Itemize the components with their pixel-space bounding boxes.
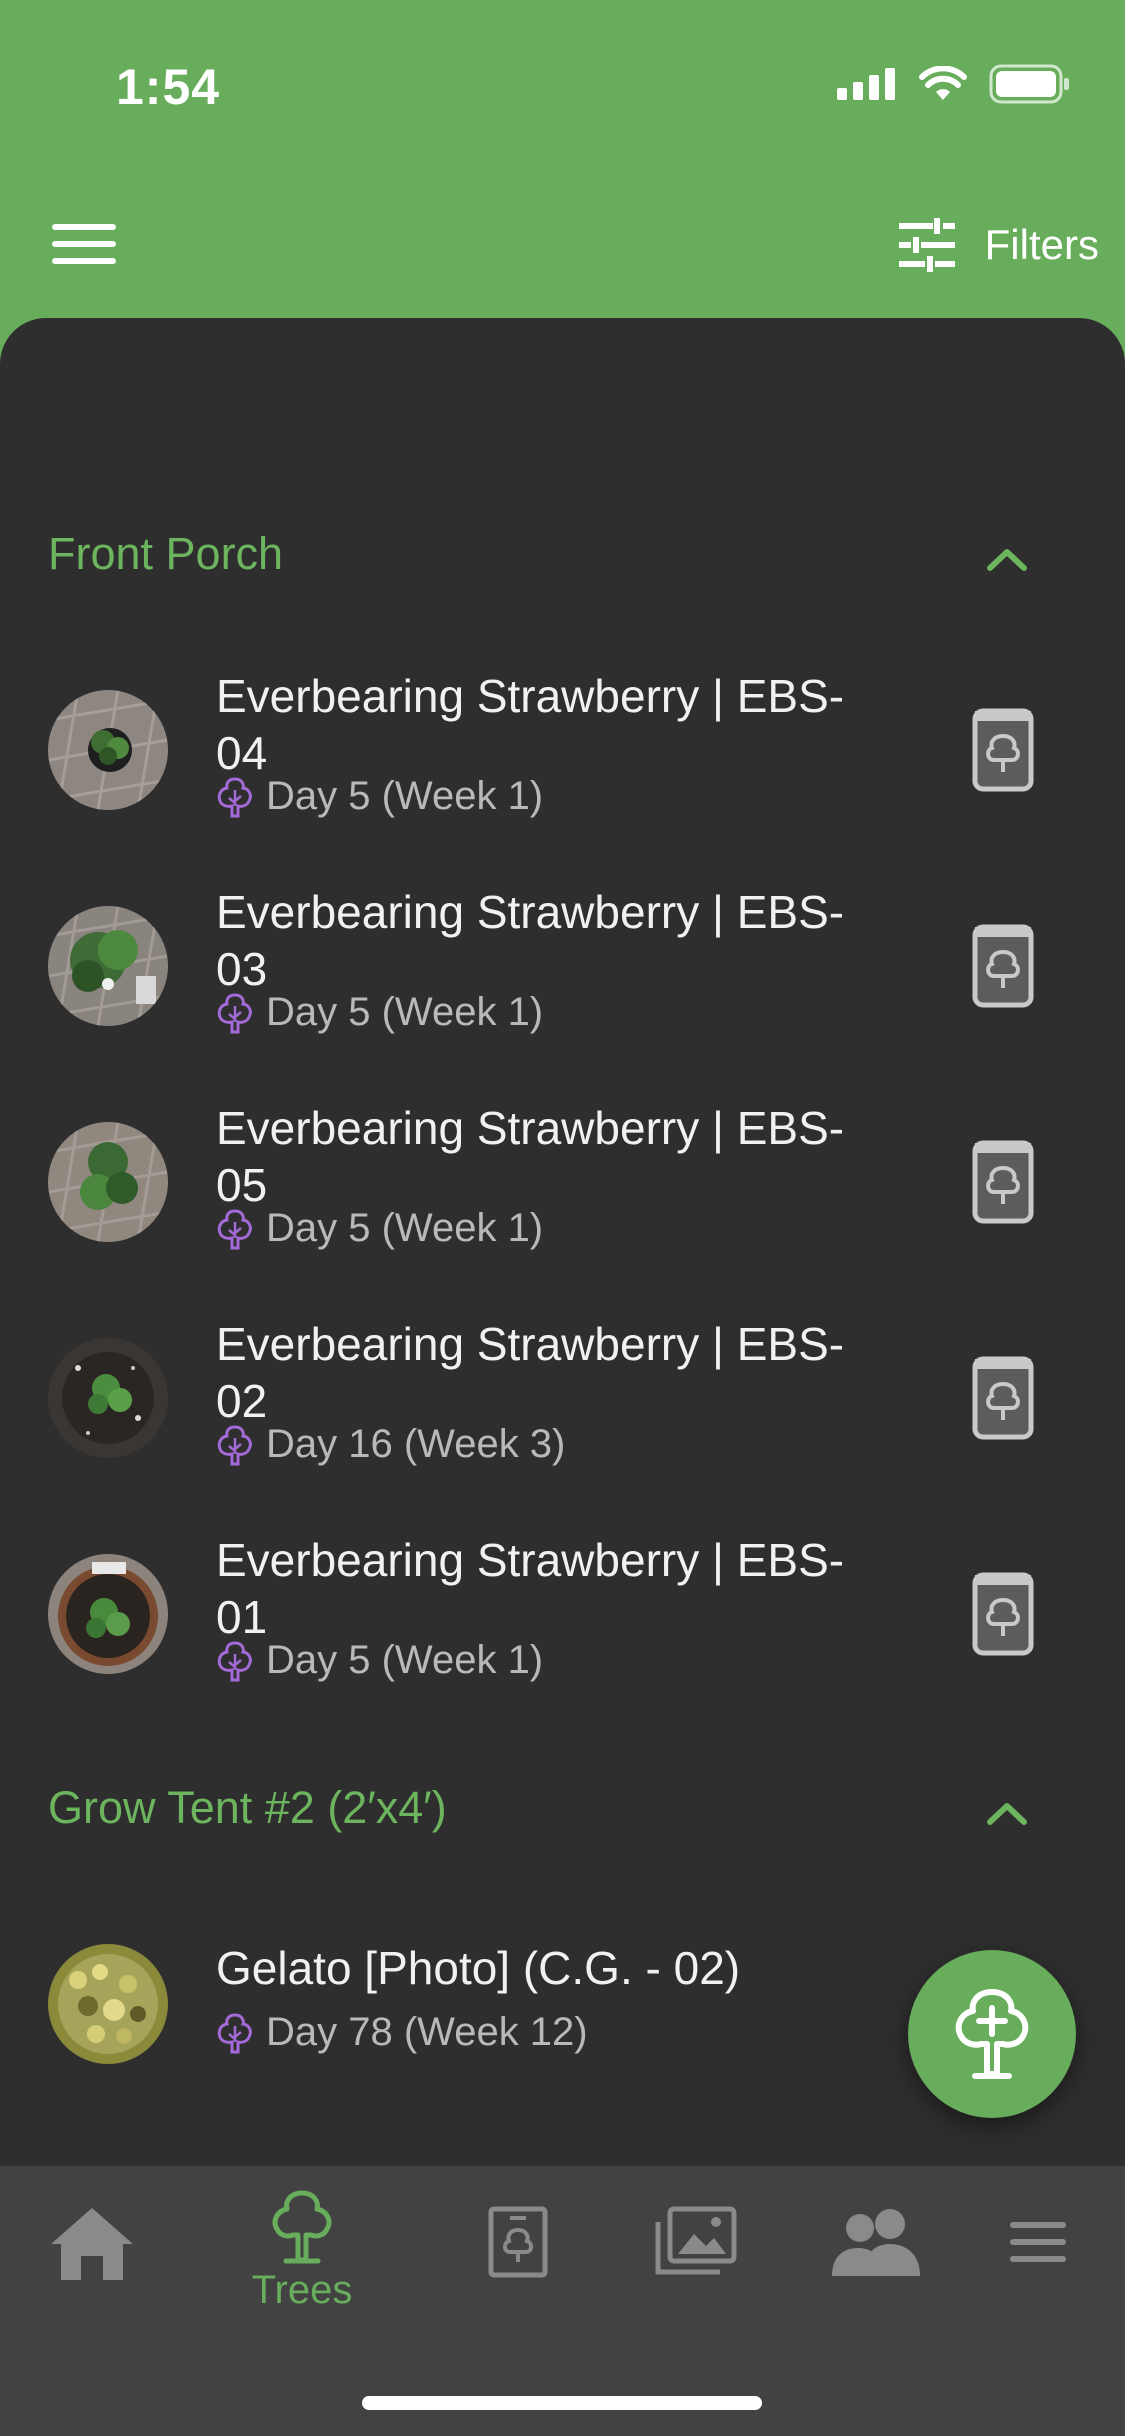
plant-thumbnail	[48, 906, 168, 1026]
tree-list: Front Porch Everbearing Strawberry | EBS…	[0, 318, 1125, 2168]
grow-journal-icon[interactable]	[972, 1140, 1034, 1224]
tree-age-text: Day 5 (Week 1)	[266, 1638, 544, 1682]
tree-name: Gelato [Photo] (C.G. - 02)	[216, 1942, 741, 1994]
battery-icon	[989, 64, 1069, 104]
add-tree-icon	[955, 1989, 1029, 2079]
wifi-icon	[919, 66, 967, 100]
nav-community[interactable]	[796, 2206, 956, 2346]
tree-icon	[272, 2190, 332, 2264]
diary-icon	[488, 2206, 548, 2278]
tree-name: Everbearing Strawberry | EBS-05	[216, 1102, 845, 1211]
list-item[interactable]: Everbearing Strawberry | EBS-05 Day 5 (W…	[0, 1078, 1125, 1294]
status-time: 1:54	[116, 59, 221, 115]
chevron-up-icon[interactable]	[980, 532, 1034, 586]
more-menu-icon	[1010, 2222, 1066, 2262]
grow-journal-icon[interactable]	[972, 924, 1034, 1008]
list-item[interactable]: Everbearing Strawberry | EBS-01 Day 5 (W…	[0, 1510, 1125, 1726]
tree-name: Everbearing Strawberry | EBS-01	[216, 1534, 845, 1643]
tree-age: Day 5 (Week 1)	[216, 1206, 543, 1251]
grow-journal-icon[interactable]	[972, 708, 1034, 792]
nav-diary[interactable]	[438, 2206, 598, 2346]
app-header: Filters	[0, 180, 1125, 320]
list-item[interactable]: Everbearing Strawberry | EBS-04 Day 5 (W…	[0, 646, 1125, 862]
grow-journal-icon[interactable]	[972, 1572, 1034, 1656]
filters-button[interactable]: Filters	[898, 200, 1099, 290]
plant-thumbnail	[48, 1944, 168, 2064]
tree-name: Everbearing Strawberry | EBS-04	[216, 670, 845, 779]
nav-gallery[interactable]	[616, 2206, 776, 2346]
add-tree-button[interactable]	[908, 1950, 1076, 2118]
filter-sliders-icon	[898, 218, 955, 272]
nav-trees-label: Trees	[251, 2268, 353, 2312]
tree-age-text: Day 5 (Week 1)	[266, 774, 544, 818]
home-icon	[51, 2208, 133, 2280]
list-item[interactable]: Everbearing Strawberry | EBS-02 Day 16 (…	[0, 1294, 1125, 1510]
menu-bar	[52, 224, 116, 230]
grow-journal-icon[interactable]	[972, 1356, 1034, 1440]
nav-home[interactable]	[12, 2206, 172, 2346]
growth-stage-icon	[217, 2012, 252, 2053]
section-title: Grow Tent #2 (2′x4′)	[48, 1782, 447, 1833]
section-header-front-porch[interactable]: Front Porch	[0, 506, 1125, 606]
tree-age: Day 78 (Week 12)	[216, 2010, 588, 2055]
tree-age-text: Day 78 (Week 12)	[266, 2010, 588, 2054]
tree-age: Day 5 (Week 1)	[216, 774, 543, 819]
plant-thumbnail	[48, 1338, 168, 1458]
growth-stage-icon	[217, 1208, 252, 1249]
section-title: Front Porch	[48, 528, 284, 579]
tree-age-text: Day 5 (Week 1)	[266, 990, 544, 1034]
chevron-up-icon[interactable]	[980, 1786, 1034, 1840]
growth-stage-icon	[217, 1424, 252, 1465]
tree-name: Everbearing Strawberry | EBS-03	[216, 886, 845, 995]
growth-stage-icon	[217, 1640, 252, 1681]
nav-trees[interactable]: Trees	[222, 2190, 382, 2330]
tree-age: Day 5 (Week 1)	[216, 990, 543, 1035]
filters-label: Filters	[984, 221, 1099, 268]
gallery-icon	[655, 2206, 737, 2275]
growth-stage-icon	[217, 776, 252, 817]
home-indicator[interactable]	[362, 2396, 762, 2410]
tree-age-text: Day 16 (Week 3)	[266, 1422, 566, 1466]
plant-thumbnail	[48, 1554, 168, 1674]
community-icon	[832, 2209, 920, 2276]
growth-stage-icon	[217, 992, 252, 1033]
section-header-grow-tent[interactable]: Grow Tent #2 (2′x4′)	[0, 1760, 1125, 1860]
list-item[interactable]: Everbearing Strawberry | EBS-03 Day 5 (W…	[0, 862, 1125, 1078]
status-bar: 1:54	[0, 0, 1125, 180]
plant-thumbnail	[48, 1122, 168, 1242]
tree-age: Day 5 (Week 1)	[216, 1638, 543, 1683]
plant-thumbnail	[48, 690, 168, 810]
tree-name: Everbearing Strawberry | EBS-02	[216, 1318, 845, 1427]
status-icons	[837, 64, 1071, 104]
menu-bar	[52, 241, 116, 247]
tree-age-text: Day 5 (Week 1)	[266, 1206, 544, 1250]
menu-bar	[52, 258, 116, 264]
nav-more[interactable]	[958, 2220, 1118, 2360]
hamburger-menu-button[interactable]	[52, 212, 116, 276]
signal-icon	[837, 68, 895, 100]
tree-age: Day 16 (Week 3)	[216, 1422, 565, 1467]
